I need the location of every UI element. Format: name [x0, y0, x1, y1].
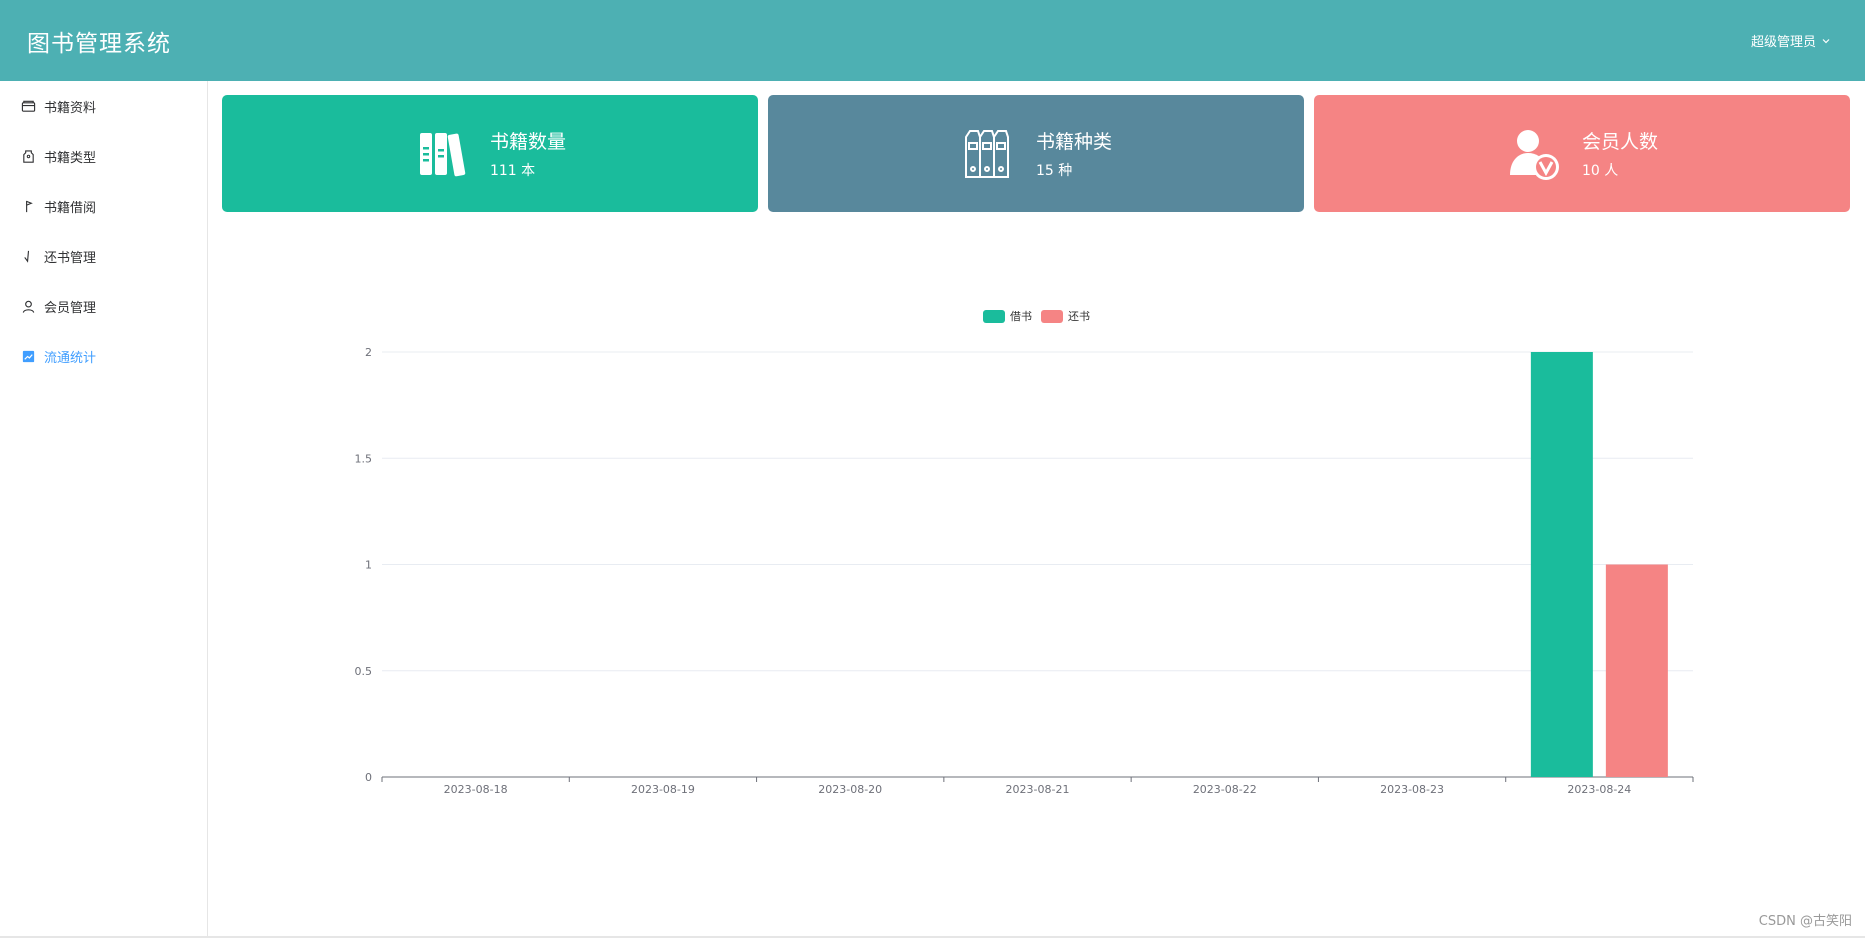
card-title: 会员人数 [1581, 131, 1658, 153]
card-value: 10 人 [1581, 163, 1619, 179]
card-text: 会员人数 10 人 [1582, 127, 1658, 180]
sidebar-item-label: 书籍资料 [44, 100, 97, 116]
wallet-icon [21, 100, 36, 112]
x-tick-label: 2023-08-23 [1380, 783, 1444, 796]
bar-chart: 0 0.5 1 1.5 2 2023-08-18 2023-08-19 2023-08-20 2… [355, 310, 1694, 796]
card-value: 15 种 [1035, 163, 1073, 179]
sidebar-item-borrow[interactable]: 书籍借阅 [0, 181, 207, 231]
sidebar-item-label: 还书管理 [44, 250, 97, 266]
sidebar-item-label: 书籍借阅 [44, 200, 97, 216]
card-member-count: 会员人数 10 人 [1314, 95, 1850, 212]
sidebar-item-book-data[interactable]: 书籍资料 [0, 81, 207, 131]
card-book-count: 书籍数量 111 本 [222, 95, 758, 212]
x-tick-label: 2023-08-18 [444, 783, 508, 796]
sidebar-item-label: 会员管理 [44, 300, 97, 316]
sidebar: 书籍资料 书籍类型 书籍借阅 还书管理 会员管理 流通统计 [0, 81, 208, 938]
card-title: 书籍种类 [1035, 131, 1112, 153]
sidebar-item-label: 书籍类型 [44, 150, 97, 166]
card-book-categories: 书籍种类 15 种 [768, 95, 1304, 212]
legend-label: 还书 [1068, 310, 1090, 323]
flag-icon [26, 200, 33, 212]
check-icon [24, 250, 30, 263]
x-tick-label: 2023-08-20 [818, 783, 882, 796]
books-icon [419, 132, 466, 176]
card-text: 书籍数量 111 本 [490, 127, 566, 180]
app-title: 图书管理系统 [27, 31, 171, 57]
chart-icon [22, 350, 35, 362]
y-tick-label: 0 [365, 771, 372, 784]
binders-icon [964, 129, 1009, 178]
sidebar-item-return[interactable]: 还书管理 [0, 231, 207, 281]
chevron-down-icon [1822, 38, 1830, 43]
sidebar-item-label: 流通统计 [44, 350, 97, 366]
card-text: 书籍种类 15 种 [1036, 127, 1112, 180]
user-menu[interactable]: 超级管理员 [1751, 31, 1831, 50]
sidebar-item-statistics[interactable]: 流通统计 [0, 331, 207, 381]
summary-cards: 书籍数量 111 本 书籍种类 15 种 会员人数 10 人 [222, 95, 1850, 212]
sidebar-item-book-types[interactable]: 书籍类型 [0, 131, 207, 181]
x-tick-label: 2023-08-22 [1193, 783, 1257, 796]
top-header: 图书管理系统 超级管理员 [0, 0, 1865, 81]
user-icon [22, 300, 35, 313]
x-tick-label: 2023-08-21 [1006, 783, 1070, 796]
bar-return [1605, 564, 1668, 777]
legend-swatch [1041, 310, 1063, 323]
card-title: 书籍数量 [489, 131, 566, 153]
y-tick-label: 0.5 [355, 665, 373, 678]
main-content: 书籍数量 111 本 书籍种类 15 种 会员人数 10 人 0 0.5 1 1… [208, 81, 1865, 938]
x-tick-label: 2023-08-19 [631, 783, 695, 796]
watermark: CSDN @古笑阳 [1758, 914, 1852, 929]
y-tick-label: 2 [365, 346, 372, 359]
sidebar-item-members[interactable]: 会员管理 [0, 281, 207, 331]
bar-borrow [1530, 352, 1593, 777]
member-verified-icon [1509, 129, 1559, 180]
legend-label: 借书 [1010, 310, 1032, 323]
tag-icon [23, 149, 34, 163]
circulation-chart: 0 0.5 1 1.5 2 2023-08-18 2023-08-19 2023-08-20 2… [208, 251, 1865, 891]
user-name: 超级管理员 [1750, 35, 1816, 50]
y-tick-label: 1 [365, 559, 372, 572]
card-value: 111 本 [489, 163, 536, 179]
legend-swatch [983, 310, 1005, 323]
x-tick-label: 2023-08-24 [1567, 783, 1631, 796]
y-tick-label: 1.5 [355, 452, 373, 465]
